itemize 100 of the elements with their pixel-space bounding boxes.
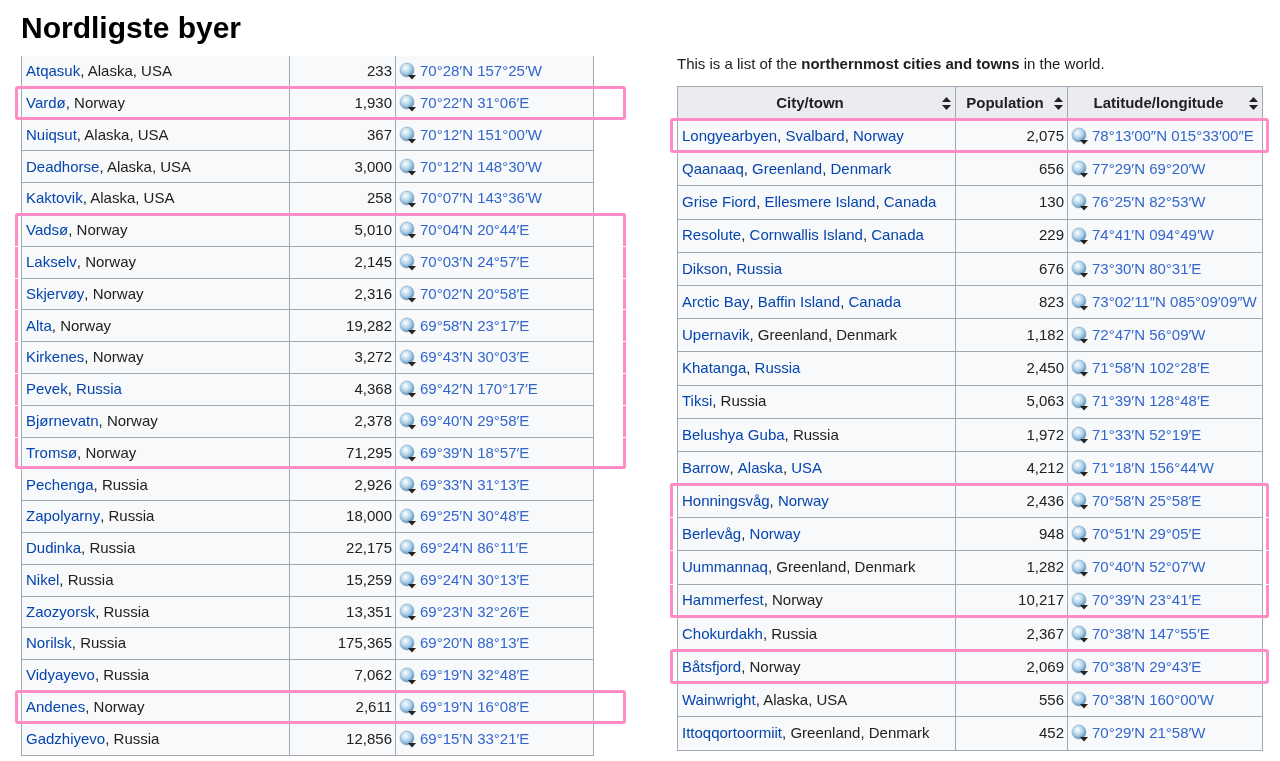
place-link[interactable]: Pechenga: [26, 473, 94, 496]
column-header[interactable]: Latitude/longitude: [1068, 87, 1262, 119]
place-link[interactable]: Arctic Bay: [682, 290, 750, 314]
place-link[interactable]: Dikson: [682, 257, 728, 281]
place-link[interactable]: Canada: [883, 191, 937, 214]
place-link[interactable]: Norway: [777, 489, 829, 513]
place-link[interactable]: Russia: [754, 357, 801, 380]
coordinates-link[interactable]: 69°19′N 16°08′E: [420, 696, 530, 719]
globe-icon: [399, 507, 417, 526]
place-link[interactable]: Alta: [26, 314, 52, 337]
coordinates-link[interactable]: 70°38′N 160°00′W: [1092, 689, 1214, 712]
place-link[interactable]: Berlevåg: [682, 523, 742, 546]
place-link[interactable]: Zapolyarny: [26, 505, 101, 528]
column-header[interactable]: Population: [956, 87, 1068, 119]
coordinates-link[interactable]: 70°12′N 151°00′W: [420, 123, 542, 147]
coordinates-link[interactable]: 70°12′N 148°30′W: [420, 155, 542, 179]
place-link[interactable]: Vadsø: [26, 219, 69, 242]
coordinates-link[interactable]: 71°33′N 52°19′E: [1092, 423, 1202, 447]
place-link[interactable]: Kaktovik: [26, 187, 83, 210]
coordinates-link[interactable]: 70°58′N 25°58′E: [1092, 489, 1202, 513]
place-link[interactable]: Norway: [749, 523, 801, 546]
place-link[interactable]: Baffin Island: [757, 290, 841, 314]
globe-icon: [1071, 658, 1089, 677]
coordinates-link[interactable]: 69°23′N 32°26′E: [420, 600, 530, 624]
place-link[interactable]: Uummannaq: [682, 556, 768, 579]
globe-icon: [1071, 392, 1089, 411]
place-link[interactable]: Wainwright: [682, 689, 756, 712]
place-link[interactable]: Svalbard: [785, 124, 845, 148]
place-link[interactable]: Chokurdakh: [682, 622, 763, 646]
place-link[interactable]: Deadhorse: [26, 155, 100, 179]
coordinates-link[interactable]: 69°58′N 23°17′E: [420, 314, 530, 337]
place-link[interactable]: Nuiqsut: [26, 123, 77, 147]
coordinates-link[interactable]: 70°38′N 29°43′E: [1092, 655, 1202, 679]
coordinates-link[interactable]: 70°03′N 24°57′E: [420, 250, 530, 274]
place-link[interactable]: Bjørnevatn: [26, 409, 99, 433]
coordinates-link[interactable]: 70°40′N 52°07′W: [1092, 556, 1206, 579]
place-link[interactable]: Russia: [736, 257, 783, 281]
place-link[interactable]: Tromsø: [26, 441, 78, 465]
coordinates-link[interactable]: 73°02′11″N 085°09′09″W: [1092, 290, 1257, 314]
column-header[interactable]: City/town: [678, 87, 956, 119]
coordinates-link[interactable]: 70°04′N 20°44′E: [420, 219, 530, 242]
coordinates-link[interactable]: 77°29′N 69°20′W: [1092, 158, 1206, 181]
place-link[interactable]: Alaska: [737, 456, 783, 480]
place-link[interactable]: Ellesmere Island: [764, 191, 876, 214]
place-link[interactable]: Norilsk: [26, 632, 72, 655]
coordinates-link[interactable]: 71°18′N 156°44′W: [1092, 456, 1214, 480]
place-link[interactable]: Resolute: [682, 224, 742, 247]
coordinates-link[interactable]: 70°28′N 157°25′W: [420, 60, 542, 83]
coordinates-link[interactable]: 69°24′N 86°11′E: [420, 537, 529, 560]
place-link[interactable]: Norway: [852, 124, 904, 148]
place-link[interactable]: Qaanaaq: [682, 158, 744, 181]
place-link[interactable]: Greenland: [752, 158, 823, 181]
coordinates-link[interactable]: 69°15′N 33°21′E: [420, 727, 530, 751]
coordinates-link[interactable]: 78°13′00″N 015°33′00″E: [1092, 124, 1254, 148]
coordinates-link[interactable]: 69°42′N 170°17′E: [420, 378, 538, 401]
coordinates-link[interactable]: 69°40′N 29°58′E: [420, 409, 530, 433]
coordinates-link[interactable]: 70°38′N 147°55′E: [1092, 622, 1210, 646]
place-link[interactable]: Honningsvåg: [682, 489, 770, 513]
place-link[interactable]: Lakselv: [26, 250, 77, 274]
place-link[interactable]: Vardø: [26, 91, 66, 115]
place-link[interactable]: USA: [791, 456, 823, 480]
place-link[interactable]: Skjervøy: [26, 282, 85, 306]
place-link[interactable]: Cornwallis Island: [749, 224, 863, 247]
place-link[interactable]: Vidyayevo: [26, 664, 95, 687]
coordinates-link[interactable]: 71°58′N 102°28′E: [1092, 357, 1210, 380]
place-text: , Russia: [762, 623, 818, 644]
place-link[interactable]: Hammerfest: [682, 589, 764, 612]
place-link[interactable]: Longyearbyen: [682, 124, 778, 148]
place-link[interactable]: Grise Fiord: [682, 191, 757, 214]
sort-icon: [1054, 96, 1063, 110]
coordinates-link[interactable]: 70°39′N 23°41′E: [1092, 589, 1202, 612]
coordinates-link[interactable]: 73°30′N 80°31′E: [1092, 257, 1202, 281]
coordinates-link[interactable]: 69°39′N 18°57′E: [420, 441, 530, 465]
place-text: , Russia: [93, 474, 148, 495]
coordinates-link[interactable]: 69°33′N 31°13′E: [420, 473, 530, 496]
coordinates-link[interactable]: 70°29′N 21°58′W: [1092, 722, 1206, 745]
coordinates-link[interactable]: 70°07′N 143°36′W: [420, 187, 542, 210]
coordinates-link[interactable]: 69°43′N 30°03′E: [420, 346, 530, 369]
place-link[interactable]: Barrow: [682, 456, 730, 480]
coordinates-link[interactable]: 71°39′N 128°48′E: [1092, 390, 1210, 413]
place-link[interactable]: Upernavik: [682, 323, 750, 347]
coordinates-link[interactable]: 74°41′N 094°49′W: [1092, 224, 1214, 247]
coordinates-link[interactable]: 69°19′N 32°48′E: [420, 664, 530, 687]
place-link[interactable]: Canada: [848, 290, 902, 314]
place-link[interactable]: Russia: [76, 378, 122, 401]
coordinates-link[interactable]: 69°24′N 30°13′E: [420, 568, 530, 592]
population-value: 1,930: [354, 92, 392, 113]
place-link[interactable]: Belushya Guba: [682, 423, 785, 447]
coordinates-link[interactable]: 76°25′N 82°53′W: [1092, 191, 1206, 214]
coordinates-link[interactable]: 69°25′N 30°48′E: [420, 505, 530, 528]
place-link[interactable]: Pevek: [26, 378, 68, 401]
place-link[interactable]: Canada: [871, 224, 924, 247]
coordinates-link[interactable]: 70°02′N 20°58′E: [420, 282, 530, 306]
coordinates-link[interactable]: 70°51′N 29°05′E: [1092, 523, 1202, 546]
place-link[interactable]: Denmark: [830, 158, 892, 181]
place-link[interactable]: Båtsfjord: [682, 655, 742, 679]
coordinates-link[interactable]: 69°20′N 88°13′E: [420, 632, 530, 655]
coordinates-link[interactable]: 72°47′N 56°09′W: [1092, 323, 1206, 347]
place-text: , Greenland, Denmark: [782, 723, 930, 744]
coordinates-link[interactable]: 70°22′N 31°06′E: [420, 91, 530, 115]
